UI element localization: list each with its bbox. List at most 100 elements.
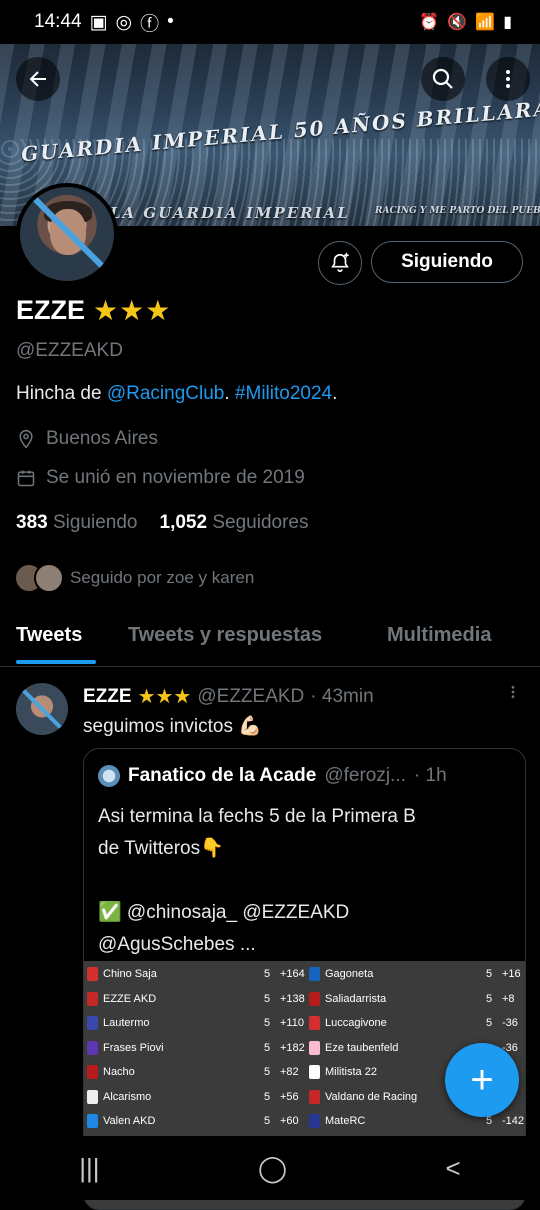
system-navigation-bar: ||| ◯ < (0, 1136, 540, 1200)
bio-mention-link[interactable]: @RacingClub (107, 383, 225, 404)
gallery-icon: ▣ (89, 11, 108, 33)
stars-icon: ★★★ (93, 295, 172, 326)
bio-text: Hincha de (16, 383, 107, 404)
team-played: 5 (264, 1115, 271, 1127)
profile-handle: @EZZEAKD (16, 340, 123, 361)
location-text: Buenos Aires (46, 428, 158, 449)
quote-author-name: Fanatico de la Acade (128, 765, 317, 786)
bio-hashtag-link[interactable]: #Milito2024 (235, 383, 332, 404)
standings-row: Alcarismo 5 +56 (84, 1086, 302, 1110)
team-points: +82 (280, 1066, 299, 1078)
avatar (34, 563, 64, 593)
team-points: +138 (280, 992, 305, 1005)
following-count: 383 (16, 512, 48, 533)
team-shirt-icon (87, 1065, 98, 1079)
team-shirt-icon (309, 1016, 320, 1030)
quote-author-handle: @ferozj... (324, 765, 406, 786)
following-label: Siguiendo (52, 512, 138, 533)
tweet-time: · 43min (310, 685, 374, 707)
following-link[interactable]: 383 Siguiendo (16, 512, 138, 534)
banner-text-small: RACING Y ME PARTO DEL PUEBLO AÑO (375, 206, 540, 216)
team-name: MateRC (325, 1115, 366, 1127)
back-nav-icon[interactable]: < (446, 1153, 461, 1184)
profile-avatar[interactable] (16, 183, 118, 285)
team-played: 5 (264, 1090, 271, 1103)
active-tab-indicator (16, 660, 96, 664)
team-name: EZZE AKD (103, 992, 157, 1005)
joined-text: Se unió en noviembre de 2019 (46, 467, 305, 488)
team-played: 5 (264, 992, 271, 1005)
standings-row: EZZE AKD 5 +138 (84, 988, 305, 1012)
team-shirt-icon (309, 991, 320, 1006)
tweet-more-button[interactable] (505, 684, 521, 705)
recent-apps-icon[interactable]: ||| (79, 1153, 99, 1184)
back-arrow-icon (29, 71, 46, 87)
quote-line: Asi termina la fechs 5 de la Primera B (98, 806, 416, 827)
search-icon (432, 68, 453, 89)
wifi-icon: 📶 (475, 14, 496, 31)
team-shirt-icon (87, 1114, 98, 1128)
tab-media[interactable]: Multimedia (387, 624, 491, 647)
tweet-header: EZZE ★★★ @EZZEAKD · 43min (83, 684, 374, 709)
mute-icon: 🔇 (447, 14, 468, 31)
team-points: +16 (502, 968, 521, 980)
standings-row: Luccagivone 5 -36 (306, 1012, 524, 1036)
quote-text: Asi termina la fechs 5 de la Primera B d… (98, 801, 508, 961)
quote-time: · 1h (413, 765, 447, 786)
search-button[interactable] (421, 57, 465, 101)
standings-row: Valen AKD 5 +60 (84, 1110, 302, 1134)
team-points: -36 (502, 1017, 518, 1029)
facebook-icon: ⓕ (140, 13, 160, 35)
avatar (98, 765, 120, 787)
team-name: Valen AKD (103, 1115, 156, 1127)
standings-row: Saliadarrista 5 +8 (306, 988, 524, 1012)
team-name: Saliadarrista (325, 992, 387, 1005)
tweet-author-name[interactable]: EZZE (83, 686, 132, 708)
calendar-icon (17, 470, 35, 487)
followers-link[interactable]: 1,052 Seguidores (160, 512, 309, 534)
back-button[interactable] (16, 57, 60, 101)
standings-row: Frases Piovi 5 +182 (84, 1037, 305, 1061)
profile-name-row: EZZE ★★★ (16, 294, 171, 327)
team-points: +8 (502, 992, 515, 1005)
team-name: Lautermo (103, 1017, 150, 1029)
team-played: 5 (486, 1115, 493, 1127)
tweet-author-handle: @EZZEAKD (197, 685, 305, 707)
quote-line: ✅ @chinosaja_ @EZZEAKD (98, 902, 350, 923)
team-name: Alcarismo (103, 1090, 152, 1103)
whatsapp-icon: ◎ (115, 11, 133, 33)
team-points: +182 (280, 1041, 305, 1054)
home-icon[interactable]: ◯ (258, 1153, 287, 1184)
standings-row: Nacho 5 +82 (84, 1061, 302, 1085)
status-time: 14:44 (34, 11, 82, 32)
bell-plus-icon (331, 252, 349, 273)
quote-line: de Twitteros👇 (98, 838, 224, 859)
team-points: +56 (280, 1090, 299, 1103)
stars-icon: ★★★ (137, 686, 192, 708)
tab-tweets-replies[interactable]: Tweets y respuestas (128, 624, 322, 647)
compose-tweet-button[interactable]: + (445, 1043, 519, 1117)
followers-label: Seguidores (212, 512, 309, 533)
followed-by-row[interactable]: Seguido por zoe y karen (14, 563, 254, 593)
followed-by-text: Seguido por zoe y karen (70, 568, 255, 587)
team-name: Valdano de Racing (325, 1090, 418, 1103)
notifications-button[interactable] (318, 241, 362, 285)
team-shirt-icon (87, 1016, 98, 1030)
tab-tweets[interactable]: Tweets (16, 624, 82, 647)
more-options-button[interactable] (486, 57, 530, 101)
team-shirt-icon (309, 1114, 320, 1128)
team-played: 5 (264, 1066, 271, 1078)
dot-icon: • (167, 11, 174, 32)
location-pin-icon (19, 429, 33, 449)
quote-line: @AgusSchebes ... (98, 934, 256, 955)
team-shirt-icon (87, 991, 98, 1006)
profile-name: EZZE (16, 295, 86, 325)
team-shirt-icon (309, 1089, 320, 1104)
team-name: Militista 22 (325, 1066, 377, 1078)
tweet-avatar[interactable] (16, 683, 68, 735)
team-played: 5 (486, 1017, 493, 1029)
following-button[interactable]: Siguiendo (371, 241, 523, 283)
bio-text: . (224, 383, 235, 404)
standings-row: Lautermo 5 +110 (84, 1012, 304, 1036)
status-bar: 14:44 ▣ ◎ ⓕ • ⏰ 🔇 📶 ▮ (0, 0, 540, 44)
